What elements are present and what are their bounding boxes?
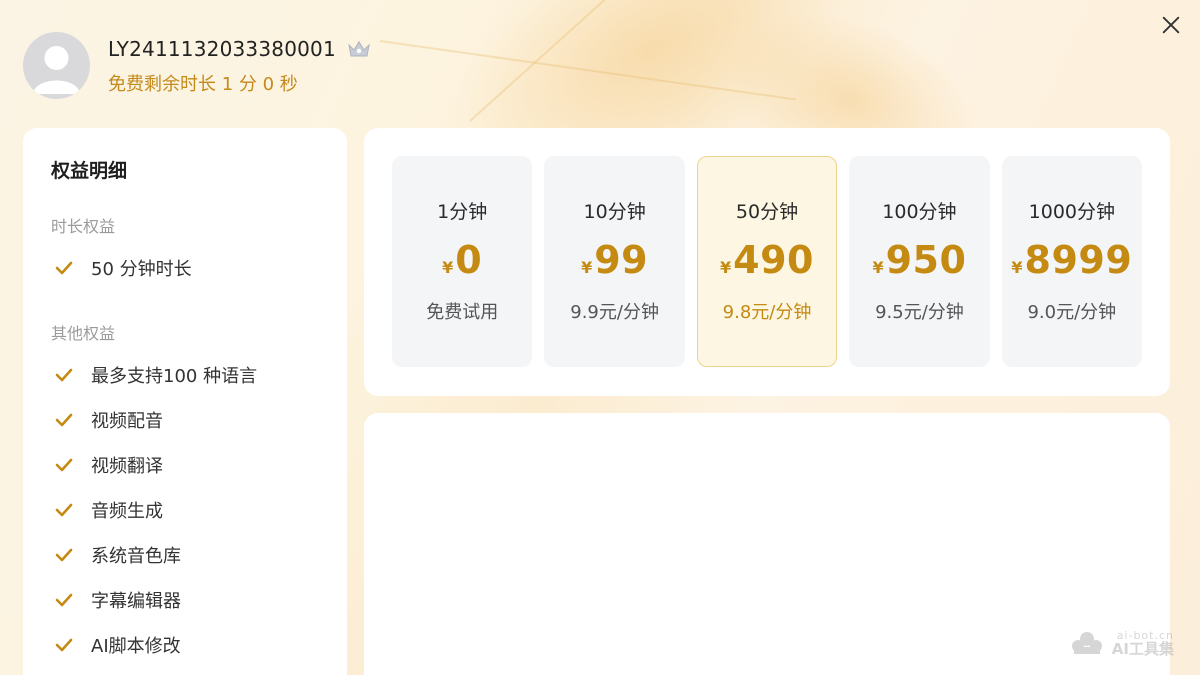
watermark: ai-bot.cn AI工具集 xyxy=(1068,629,1174,657)
plan-unit-price: 9.5元/分钟 xyxy=(875,302,964,323)
plan-duration: 50分钟 xyxy=(735,201,799,223)
free-time-remaining: 免费剩余时长 1 分 0 秒 xyxy=(108,73,298,95)
duration-benefits-list: 50 分钟时长 xyxy=(51,245,319,290)
plan-card-1min[interactable]: 1分钟 ¥ 0 免费试用 xyxy=(392,156,533,367)
user-header: LY2411132033380001 免费剩余时长 1 分 0 秒 xyxy=(23,32,372,99)
plan-unit-price: 9.8元/分钟 xyxy=(722,302,812,323)
user-info: LY2411132033380001 免费剩余时长 1 分 0 秒 xyxy=(108,36,372,96)
benefit-item: 系统音色库 xyxy=(51,532,319,577)
benefit-item: 视频翻译 xyxy=(51,442,319,487)
plan-duration: 10分钟 xyxy=(583,201,646,223)
duration-benefits-label: 时长权益 xyxy=(51,217,116,236)
plan-card-1000min[interactable]: 1000分钟 ¥ 8999 9.0元/分钟 xyxy=(1001,156,1143,367)
benefit-label: 50 分钟时长 xyxy=(91,258,192,280)
plan-price: ¥ 490 xyxy=(720,238,814,284)
plan-price: ¥ 950 xyxy=(872,238,966,284)
benefit-item: AI脚本修改 xyxy=(51,622,319,667)
benefit-item: 最多支持100 种语言 xyxy=(51,352,319,397)
benefits-panel: 权益明细 时长权益 50 分钟时长 其他权益 最多支持100 种语言 视频配音 … xyxy=(23,128,347,675)
user-name: LY2411132033380001 xyxy=(108,36,336,61)
plan-price: ¥ 0 xyxy=(442,238,482,284)
price-amount: 490 xyxy=(733,238,814,282)
pricing-panel: 1分钟 ¥ 0 免费试用 10分钟 ¥ 99 9.9元/分钟 50分钟 ¥ 49… xyxy=(364,128,1170,396)
benefit-item: 50 分钟时长 xyxy=(51,245,319,290)
check-icon xyxy=(55,261,73,274)
price-amount: 8999 xyxy=(1024,238,1133,282)
watermark-logo-icon xyxy=(1071,632,1102,654)
plan-price: ¥ 8999 xyxy=(1011,238,1132,284)
plan-price: ¥ 99 xyxy=(581,238,648,284)
other-benefits-list: 最多支持100 种语言 视频配音 视频翻译 音频生成 系统音色库 字幕编辑器 A… xyxy=(51,352,319,667)
other-benefits-label: 其他权益 xyxy=(51,324,116,343)
close-icon xyxy=(1162,16,1180,34)
benefit-label: 系统音色库 xyxy=(91,545,181,567)
benefit-label: 音频生成 xyxy=(91,500,163,522)
check-icon xyxy=(55,503,73,516)
avatar[interactable] xyxy=(23,32,90,99)
check-icon xyxy=(55,548,73,561)
benefit-item: 音频生成 xyxy=(51,487,319,532)
plan-duration: 1分钟 xyxy=(437,201,488,223)
price-amount: 99 xyxy=(594,238,649,282)
user-avatar-icon xyxy=(33,46,80,94)
price-amount: 950 xyxy=(885,238,967,282)
benefit-label: 最多支持100 种语言 xyxy=(91,365,258,387)
plan-unit-price: 9.0元/分钟 xyxy=(1027,302,1117,323)
plan-duration: 1000分钟 xyxy=(1028,201,1115,223)
currency-symbol: ¥ xyxy=(1011,258,1023,277)
benefit-label: 视频翻译 xyxy=(91,455,163,477)
plan-card-50min[interactable]: 50分钟 ¥ 490 9.8元/分钟 xyxy=(696,156,838,367)
currency-symbol: ¥ xyxy=(442,258,454,277)
benefit-item: 字幕编辑器 xyxy=(51,577,319,622)
close-button[interactable] xyxy=(1158,12,1184,38)
check-icon xyxy=(55,413,73,426)
check-icon xyxy=(55,368,73,381)
watermark-name: AI工具集 xyxy=(1111,640,1174,658)
benefit-label: 字幕编辑器 xyxy=(91,590,181,612)
plan-duration: 100分钟 xyxy=(882,201,957,223)
currency-symbol: ¥ xyxy=(872,258,884,277)
benefits-title: 权益明细 xyxy=(51,160,128,182)
payment-panel xyxy=(364,413,1170,675)
check-icon xyxy=(55,638,73,651)
crown-icon xyxy=(348,40,370,56)
benefit-label: 视频配音 xyxy=(91,410,163,432)
benefit-label: AI脚本修改 xyxy=(91,635,181,657)
plan-unit-price: 免费试用 xyxy=(426,302,499,323)
plan-card-100min[interactable]: 100分钟 ¥ 950 9.5元/分钟 xyxy=(849,156,990,367)
currency-symbol: ¥ xyxy=(720,258,732,277)
check-icon xyxy=(55,458,73,471)
price-amount: 0 xyxy=(455,238,483,282)
plan-unit-price: 9.9元/分钟 xyxy=(570,302,659,323)
benefit-item: 视频配音 xyxy=(51,397,319,442)
currency-symbol: ¥ xyxy=(581,258,593,277)
plan-card-10min[interactable]: 10分钟 ¥ 99 9.9元/分钟 xyxy=(544,156,685,367)
check-icon xyxy=(55,593,73,606)
